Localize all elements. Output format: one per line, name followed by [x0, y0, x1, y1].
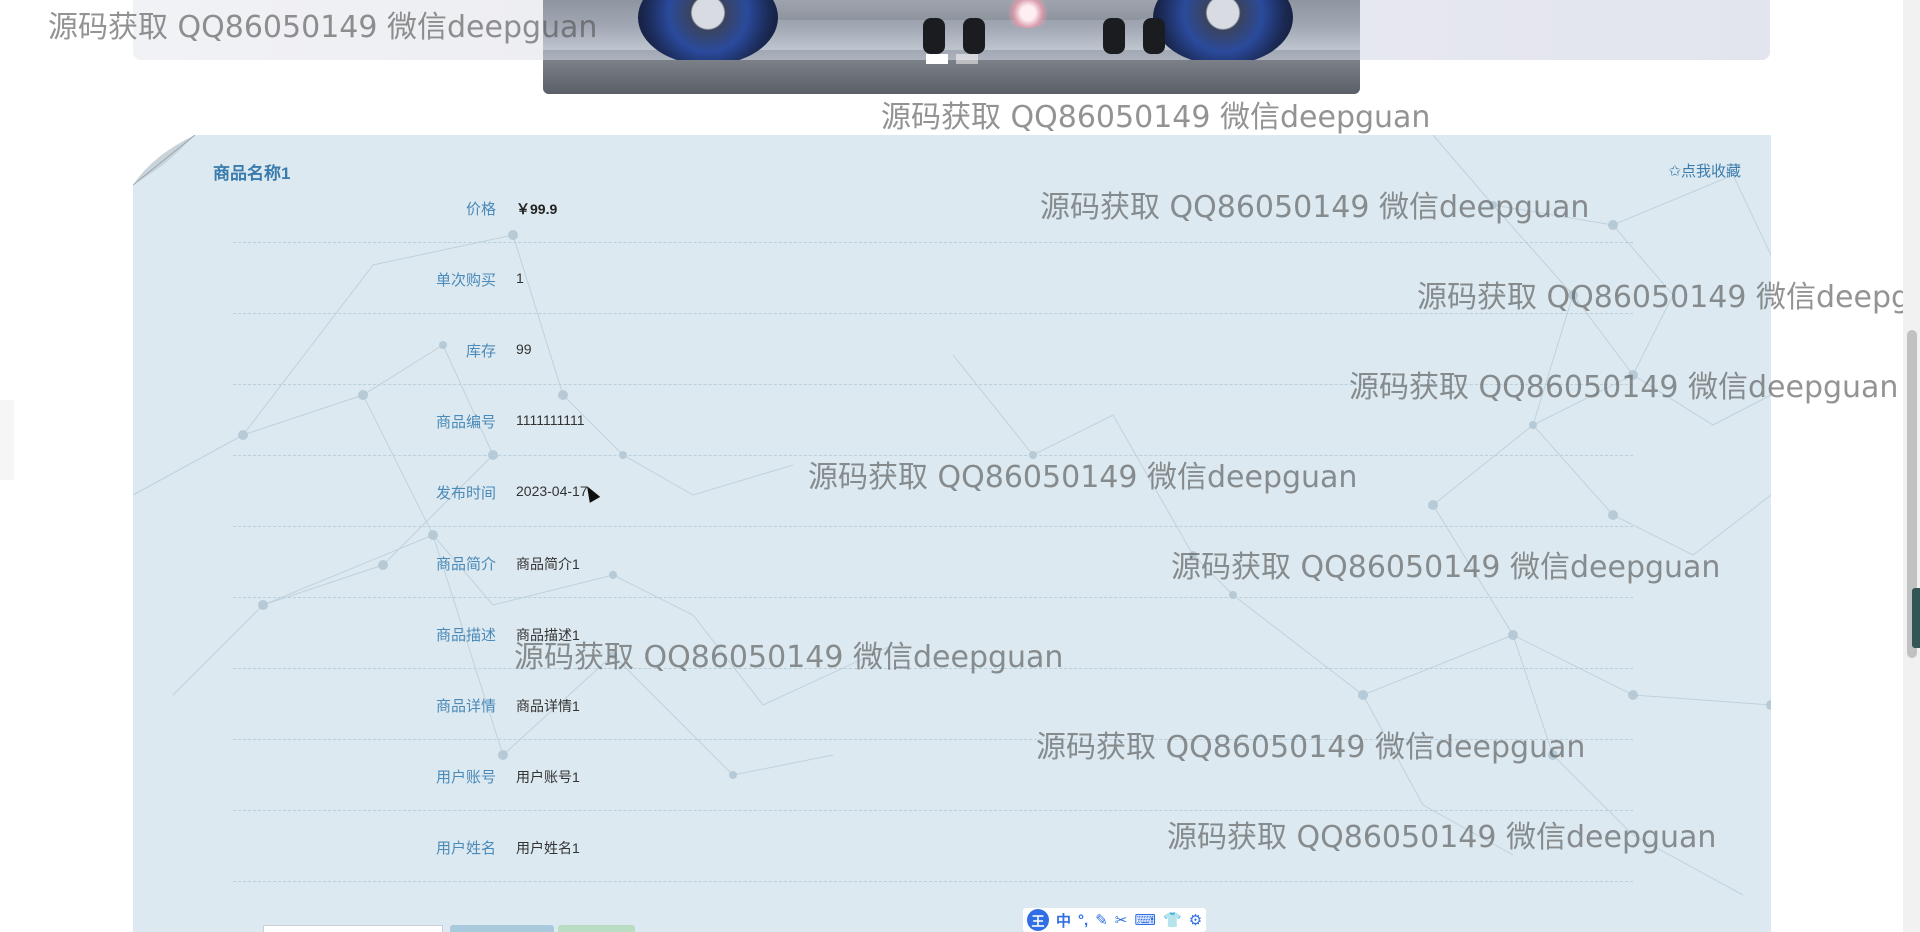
field-label: 价格: [465, 201, 496, 218]
field-row-summary: 商品简介 商品简介1: [233, 527, 1633, 598]
field-value: 商品简介1: [516, 556, 580, 572]
field-label: 商品描述: [435, 627, 496, 644]
field-label: 用户账号: [435, 769, 496, 786]
airplane-fuselage: [723, 0, 1193, 20]
field-value: 商品描述1: [516, 627, 580, 643]
field-label: 商品编号: [435, 414, 496, 431]
field-row-publish-date: 发布时间 2023-04-17: [233, 456, 1633, 527]
field-row-user-account: 用户账号 用户账号1: [233, 740, 1633, 811]
field-value: 99: [516, 341, 532, 357]
field-label: 单次购买: [435, 272, 496, 289]
ime-keyboard-icon[interactable]: ⌨: [1134, 911, 1156, 929]
field-row-user-name: 用户姓名 用户姓名1: [233, 811, 1633, 882]
field-row-quantity: 单次购买 1: [233, 243, 1633, 314]
corner-fold-decoration: [133, 135, 195, 185]
landing-gear: [1103, 18, 1125, 54]
field-row-stock: 库存 99: [233, 314, 1633, 385]
field-label: 发布时间: [435, 485, 496, 502]
field-label: 商品详情: [435, 698, 496, 715]
carousel-indicators: [543, 54, 1360, 64]
side-panel-handle[interactable]: [1912, 588, 1920, 648]
carousel-dot-active[interactable]: [925, 54, 948, 64]
field-label: 库存: [465, 343, 496, 360]
field-value: ￥99.9: [516, 201, 558, 217]
favorite-link[interactable]: ✩点我收藏: [1668, 160, 1741, 181]
field-row-price: 价格 ￥99.9: [233, 172, 1633, 243]
ime-handwriting-icon[interactable]: ✎: [1095, 911, 1108, 929]
field-value: 商品详情1: [516, 698, 580, 714]
field-value: 用户姓名1: [516, 840, 580, 856]
page-scrollbar[interactable]: [1903, 0, 1920, 932]
product-detail-card: 商品名称1 ✩点我收藏 价格 ￥99.9 单次购买 1 库存 99 商品编号 1…: [133, 135, 1771, 932]
field-value: 1111111111: [516, 412, 585, 428]
ime-punctuation-icon[interactable]: °,: [1078, 912, 1088, 929]
ime-toolbar[interactable]: 王 中 °, ✎ ✂ ⌨ 👕 ⚙: [1023, 908, 1207, 932]
ime-settings-icon[interactable]: ⚙: [1189, 911, 1202, 929]
landing-gear: [923, 18, 945, 54]
ime-logo-icon[interactable]: 王: [1027, 909, 1049, 931]
field-value: 用户账号1: [516, 769, 580, 785]
carousel-runway: [543, 60, 1360, 94]
field-value: 2023-04-17: [516, 483, 588, 499]
left-side-tab[interactable]: [0, 400, 14, 480]
quantity-input[interactable]: [263, 925, 443, 932]
carousel-dot[interactable]: [955, 54, 978, 64]
watermark: 源码获取 QQ86050149 微信deepguan: [881, 100, 1431, 135]
field-value: 1: [516, 270, 524, 286]
field-label: 用户姓名: [435, 840, 496, 857]
landing-gear: [963, 18, 985, 54]
field-row-details: 商品详情 商品详情1: [233, 669, 1633, 740]
landing-gear: [1143, 18, 1165, 54]
carousel-image[interactable]: [543, 0, 1360, 94]
buy-now-button[interactable]: [558, 925, 635, 932]
field-row-product-code: 商品编号 1111111111: [233, 385, 1633, 456]
add-to-cart-button[interactable]: [450, 925, 554, 932]
ime-skin-icon[interactable]: 👕: [1163, 911, 1182, 929]
field-label: 商品简介: [435, 556, 496, 573]
ime-screenshot-icon[interactable]: ✂: [1115, 911, 1128, 929]
ime-chinese-mode-icon[interactable]: 中: [1056, 910, 1071, 931]
field-row-description: 商品描述 商品描述1: [233, 598, 1633, 669]
